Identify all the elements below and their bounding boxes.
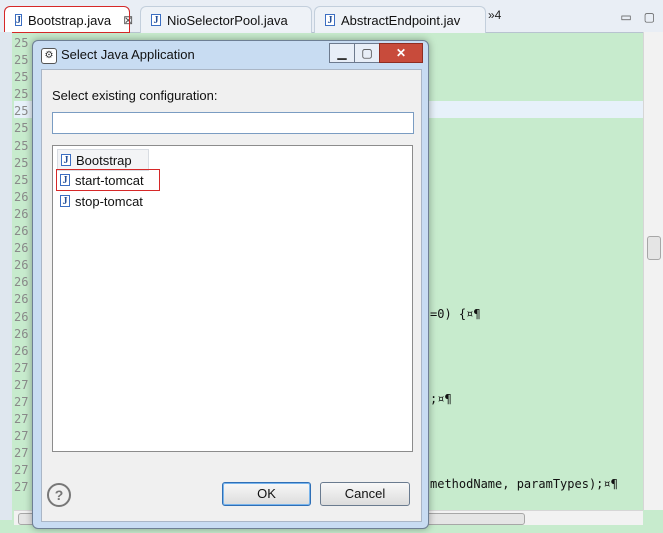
tab-bootstrap-java[interactable]: J Bootstrap.java ⊠	[4, 6, 133, 33]
editor-tab-bar: J Bootstrap.java ⊠ J NioSelectorPool.jav…	[0, 0, 663, 33]
configuration-filter-input[interactable]	[52, 112, 414, 134]
java-file-icon: J	[61, 154, 71, 166]
close-button[interactable]: ✕	[379, 43, 423, 63]
line-numbers: 25 25 25 25 25 25 25 25 25 26 26 26 26 26 26 26 26 2…	[14, 36, 29, 495]
tab-label: Bootstrap.java	[28, 12, 112, 28]
close-icon[interactable]: ⊠	[123, 13, 133, 27]
list-item-start-tomcat[interactable]: J start-tomcat	[56, 169, 160, 191]
java-file-icon: J	[60, 195, 70, 207]
list-item-label: stop-tomcat	[75, 193, 143, 209]
list-item-bootstrap[interactable]: J Bootstrap	[57, 149, 149, 171]
editor-gutter	[0, 32, 12, 520]
dialog-title: Select Java Application	[61, 47, 195, 62]
gear-icon: ⚙	[41, 48, 57, 64]
ok-button[interactable]: OK	[222, 482, 311, 506]
java-file-icon: J	[60, 174, 70, 186]
code-fragment: =0) {¤¶	[430, 307, 481, 321]
existing-configuration-label: Select existing configuration:	[52, 88, 218, 103]
vertical-scrollbar[interactable]	[643, 32, 663, 510]
list-item-label: start-tomcat	[75, 172, 144, 188]
java-file-icon: J	[325, 14, 335, 26]
editor-window-controls: ▭ ▢	[620, 10, 655, 24]
minimize-button[interactable]: ▁	[329, 43, 355, 63]
scrollbar-thumb[interactable]	[647, 236, 661, 260]
code-fragment: ;¤¶	[430, 392, 452, 406]
tab-abstractendpoint-java[interactable]: J AbstractEndpoint.jav	[314, 6, 486, 33]
tab-nioselectorpool-java[interactable]: J NioSelectorPool.java	[140, 6, 312, 33]
code-fragment: methodName, paramTypes);¤¶	[430, 477, 618, 491]
tab-label: AbstractEndpoint.jav	[341, 12, 461, 28]
tab-overflow-indicator[interactable]: »4	[488, 8, 501, 22]
tab-label: NioSelectorPool.java	[167, 12, 288, 28]
list-item-label: Bootstrap	[76, 152, 132, 168]
java-file-icon: J	[15, 14, 22, 26]
cancel-button[interactable]: Cancel	[320, 482, 410, 506]
dialog-titlebar[interactable]: ⚙ Select Java Application ▁ ▢ ✕	[33, 41, 428, 69]
minimize-icon[interactable]: ▭	[620, 10, 631, 24]
list-item-stop-tomcat[interactable]: J stop-tomcat	[57, 191, 159, 211]
maximize-icon[interactable]: ▢	[644, 10, 655, 24]
java-file-icon: J	[151, 14, 161, 26]
select-java-application-dialog: ⚙ Select Java Application ▁ ▢ ✕ Select e…	[32, 40, 429, 529]
configuration-list[interactable]: J Bootstrap J start-tomcat J stop-tomcat	[52, 145, 413, 452]
maximize-button[interactable]: ▢	[354, 43, 380, 63]
dialog-content: Select existing configuration: J Bootstr…	[41, 69, 422, 522]
help-icon[interactable]: ?	[47, 483, 71, 507]
